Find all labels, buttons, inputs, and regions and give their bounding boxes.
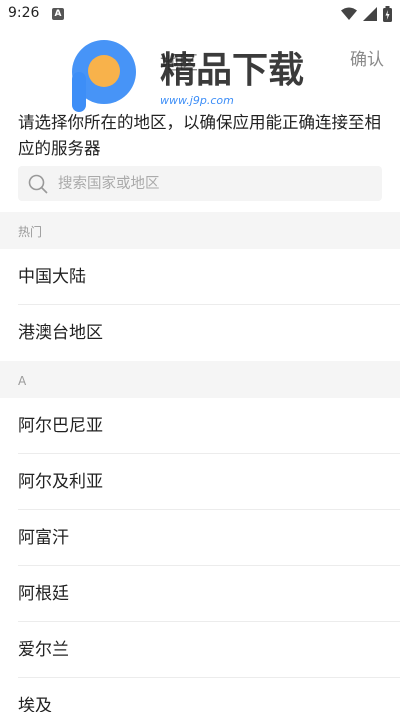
region-description: 请选择你所在的地区，以确保应用能正确连接至相应的服务器	[18, 113, 381, 158]
region-list: 热门 中国大陆 港澳台地区 A 阿尔巴尼亚 阿尔及利亚 阿富汗 阿根廷 爱尔兰 …	[0, 212, 400, 712]
app-header: 精品下载 www.j9p.com 地区 确认	[0, 28, 400, 112]
list-item[interactable]: 阿富汗	[0, 510, 400, 566]
list-item[interactable]: 港澳台地区	[0, 305, 400, 361]
confirm-button[interactable]: 确认	[350, 45, 384, 70]
search-icon	[28, 174, 48, 194]
wifi-icon	[341, 7, 357, 20]
section-header-hot: 热门	[0, 212, 400, 249]
list-item[interactable]: 中国大陆	[0, 249, 400, 305]
notification-icon: A	[52, 8, 64, 20]
battery-icon	[383, 6, 392, 22]
search-box[interactable]	[18, 166, 382, 201]
list-item[interactable]: 阿根廷	[0, 566, 400, 622]
list-item[interactable]: 阿尔巴尼亚	[0, 398, 400, 454]
signal-icon	[363, 7, 377, 21]
status-icons	[341, 6, 392, 22]
watermark-url: www.j9p.com	[160, 94, 234, 107]
search-input[interactable]	[58, 166, 374, 201]
section-header-a: A	[0, 361, 400, 398]
page-title: 地区	[160, 52, 199, 74]
list-item[interactable]: 阿尔及利亚	[0, 454, 400, 510]
status-bar: 9:26 A	[0, 0, 400, 28]
watermark-logo: 精品下载 www.j9p.com	[72, 40, 304, 112]
list-item[interactable]: 埃及	[0, 678, 400, 712]
list-item[interactable]: 爱尔兰	[0, 622, 400, 678]
status-time: 9:26	[8, 5, 40, 21]
